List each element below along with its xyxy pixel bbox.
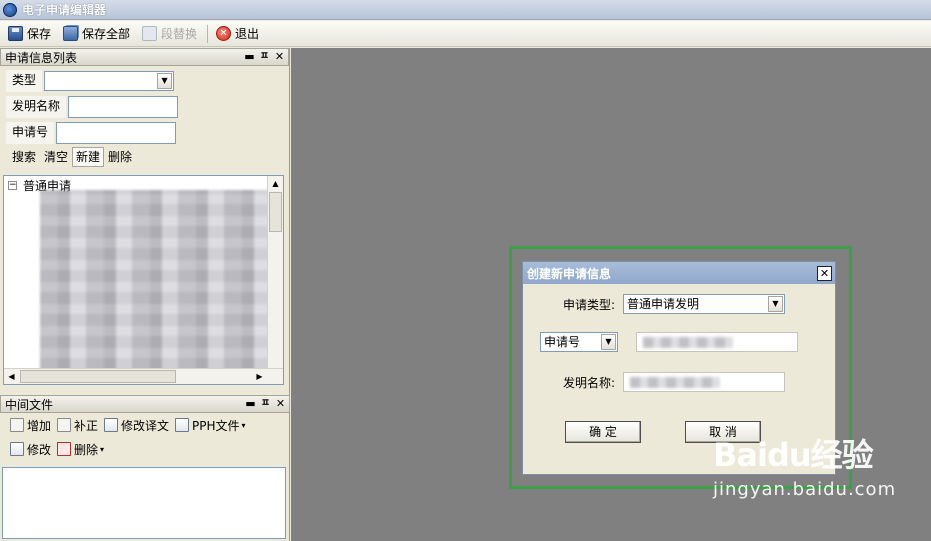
intermediate-panel-title: 中间文件 [5,397,54,412]
invention-name-row: 发明名称 [0,94,289,120]
invention-name-label: 发明名称 [6,96,67,118]
scroll-up-icon[interactable]: ▲ [268,176,283,191]
replace-icon [142,26,158,41]
delete-icon [57,442,72,456]
dialog-invention-name-row: 发明名称: [533,372,785,392]
save-all-icon [63,26,79,41]
window-title: 电子申请编辑器 [22,3,107,17]
modify-icon [10,442,24,456]
type-select[interactable]: ▼ [44,71,175,91]
supplement-button[interactable]: 补正 [57,417,98,434]
app-no-row: 申请号 [0,120,289,146]
chevron-down-icon[interactable]: ▾ [100,445,104,454]
scroll-right-icon[interactable]: ▶ [252,369,267,384]
window-position-icon[interactable]: ▬ [244,51,255,63]
dialog-close-icon[interactable]: ✕ [817,265,832,281]
application-tree[interactable]: − 普通申请 ▲ ◀ ▶ [3,175,284,385]
main-toolbar: 保存 保存全部 段替换 ✕ 退出 [0,21,931,47]
scroll-thumb[interactable] [269,192,282,232]
save-icon [8,26,23,41]
clear-button[interactable]: 清空 [40,147,72,167]
app-type-label: 申请类型: [562,297,615,312]
edit-icon [104,418,119,432]
add-file-icon [10,418,24,432]
add-button[interactable]: 增加 [10,417,51,434]
chevron-down-icon: ▼ [768,296,783,312]
app-type-select[interactable]: 普通申请发明 ▼ [623,294,785,314]
left-dock: 申请信息列表 ▬ ㅍ ✕ 类型 ▼ 发明名称 申请号 搜索 清空 新建 删除 −… [0,48,290,541]
pin-icon[interactable]: ㅍ [260,398,271,410]
delete-file-button[interactable]: 删除 ▾ [57,441,104,458]
invention-name-input[interactable] [68,96,179,118]
new-button[interactable]: 新建 [72,147,105,167]
tree-vertical-scrollbar[interactable]: ▲ [267,176,283,370]
pph-file-button[interactable]: PPH文件 ▾ [175,417,246,434]
chevron-down-icon: ▼ [157,73,173,89]
number-row: 申请号 ▼ [540,332,798,352]
watermark-url: jingyan.baidu.com [713,479,897,500]
scroll-thumb-horizontal[interactable] [20,370,176,383]
number-input[interactable] [636,332,798,352]
app-icon [3,2,17,17]
collapse-icon[interactable]: − [8,181,17,190]
type-label: 类型 [6,70,43,92]
supplement-icon [57,418,72,432]
list-panel-title: 申请信息列表 [5,50,78,65]
chevron-down-icon: ▼ [601,334,616,350]
close-icon[interactable]: ✕ [274,51,285,63]
list-panel-header: 申请信息列表 ▬ ㅍ ✕ [0,48,289,66]
pin-icon[interactable]: ㅍ [259,51,270,63]
exit-icon: ✕ [216,26,232,41]
intermediate-toolbar-1: 增加 补正 修改译文 PPH文件 ▾ [0,413,290,437]
dialog-invention-name-input[interactable] [623,372,785,392]
close-icon[interactable]: ✕ [275,398,286,410]
dialog-invention-name-label: 发明名称: [562,375,615,390]
blurred-tree-items [40,190,274,370]
tree-horizontal-scrollbar[interactable]: ◀ ▶ [4,368,283,384]
pph-file-icon [175,418,190,432]
scroll-left-icon[interactable]: ◀ [4,369,19,384]
save-button[interactable]: 保存 [6,24,53,44]
intermediate-panel-header: 中间文件 ▬ ㅍ ✕ [0,395,290,413]
dialog-titlebar: 创建新申请信息 ✕ [523,262,835,284]
modify-button[interactable]: 修改 [10,441,51,458]
baidu-watermark: Baidu经验 jingyan.baidu.com [713,437,923,521]
watermark-logo: Baidu经验 [713,436,874,474]
replace-button[interactable]: 段替换 [140,24,199,44]
dialog-title: 创建新申请信息 [527,266,612,281]
list-buttons: 搜索 清空 新建 删除 [0,146,289,168]
intermediate-panel: 中间文件 ▬ ㅍ ✕ 增加 补正 修改译文 PPH文件 ▾ 修改 删除 ▾ [0,395,290,541]
exit-button[interactable]: ✕ 退出 [214,24,261,44]
window-position-icon[interactable]: ▬ [245,398,256,410]
window-titlebar: 电子申请编辑器 [0,0,931,20]
intermediate-file-list[interactable] [2,467,286,539]
save-all-button[interactable]: 保存全部 [61,24,132,44]
number-type-select[interactable]: 申请号 ▼ [540,332,618,352]
toolbar-separator [207,24,209,43]
app-no-input[interactable] [56,122,177,144]
type-row: 类型 ▼ [0,68,289,94]
edit-translation-button[interactable]: 修改译文 [104,417,169,434]
app-type-row: 申请类型: 普通申请发明 ▼ [533,294,785,314]
intermediate-toolbar-2: 修改 删除 ▾ [0,437,290,461]
delete-button[interactable]: 删除 [104,147,136,167]
app-no-label: 申请号 [6,122,55,144]
search-button[interactable]: 搜索 [8,147,40,167]
chevron-down-icon[interactable]: ▾ [242,421,246,430]
ok-button[interactable]: 确 定 [565,421,641,443]
